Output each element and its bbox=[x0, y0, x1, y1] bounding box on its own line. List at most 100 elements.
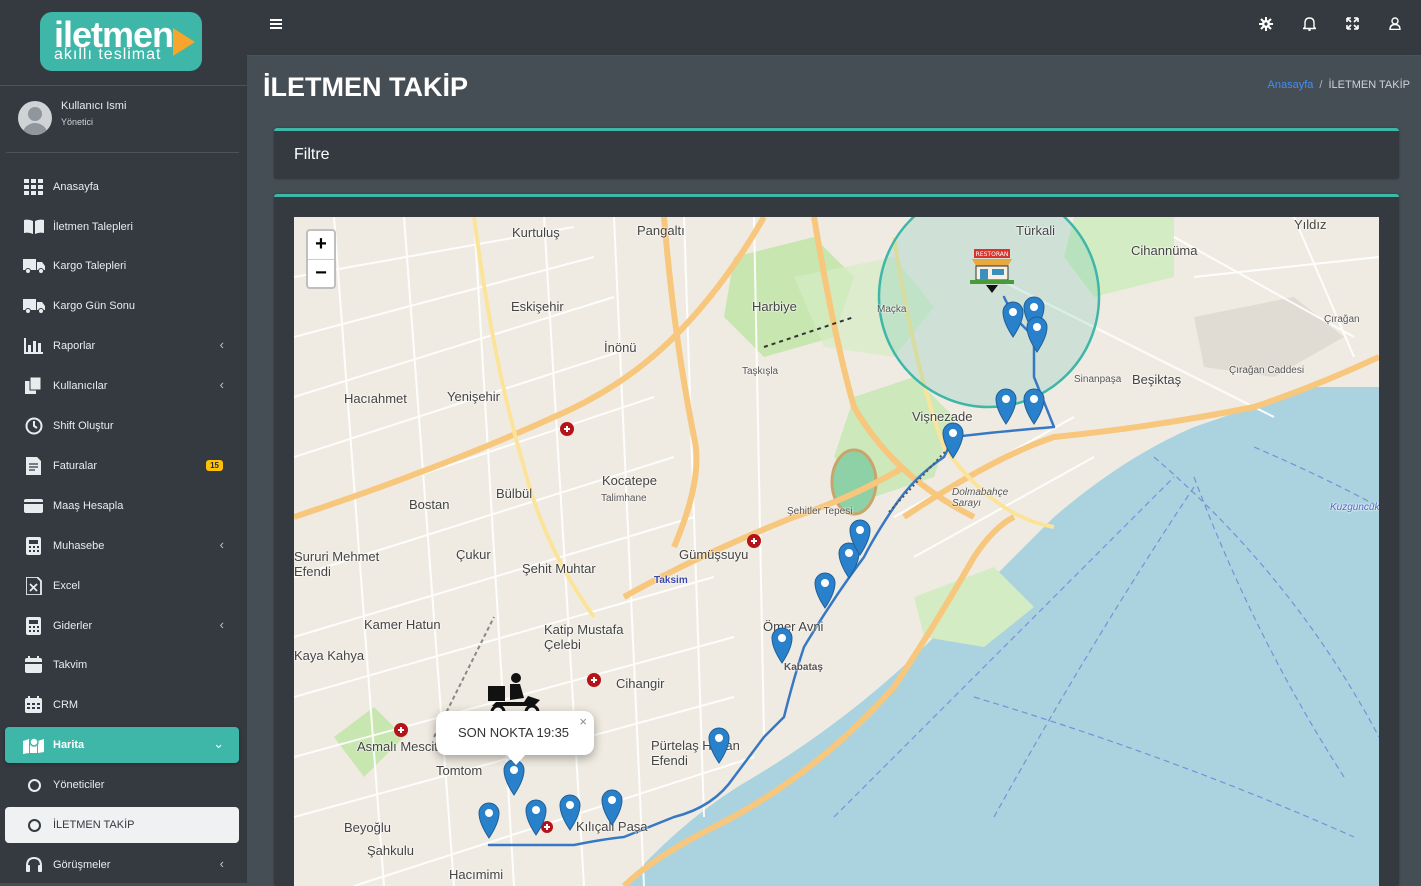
calendar-grid-icon bbox=[23, 695, 45, 715]
sidebar-item-gorusmeler[interactable]: Görüşmeler ‹ bbox=[5, 847, 239, 883]
sidebar-item-label: Muhasebe bbox=[53, 540, 105, 552]
breadcrumb-current: İLETMEN TAKİP bbox=[1328, 79, 1410, 91]
book-icon bbox=[23, 217, 45, 237]
map-label: Hacımimi bbox=[449, 867, 504, 882]
grid-icon bbox=[23, 177, 45, 197]
hamburger-icon[interactable] bbox=[270, 17, 282, 33]
map-label: Beşiktaş bbox=[1132, 372, 1182, 387]
sidebar-item-label: Shift Oluştur bbox=[53, 420, 114, 432]
sidebar-item-muhasebe[interactable]: Muhasebe ‹ bbox=[5, 528, 239, 564]
map-pin-icon[interactable] bbox=[770, 626, 794, 664]
clock-icon bbox=[23, 416, 45, 436]
calendar-icon bbox=[23, 655, 45, 675]
map-label: Harbiye bbox=[752, 299, 797, 314]
map-card: Kurtuluş Pangaltı Harbiye Türkali Cihann… bbox=[274, 194, 1399, 886]
headset-icon bbox=[23, 855, 45, 875]
sidebar-item-shift-olustur[interactable]: Shift Oluştur bbox=[5, 408, 239, 444]
sidebar-item-label: Giderler bbox=[53, 620, 93, 632]
chart-icon bbox=[23, 336, 45, 356]
sidebar-item-raporlar[interactable]: Raporlar ‹ bbox=[5, 328, 239, 364]
map-pin-icon[interactable] bbox=[707, 726, 731, 764]
user-name[interactable]: Kullanıcı Ismi bbox=[61, 100, 126, 112]
sidebar-item-label: Kargo Talepleri bbox=[53, 260, 127, 272]
brand-logo[interactable]: iletmen akıllı teslimat bbox=[40, 12, 202, 71]
sidebar-item-takvim[interactable]: Takvim bbox=[5, 647, 239, 683]
calculator-icon bbox=[23, 616, 45, 636]
zoom-out-button[interactable]: − bbox=[308, 260, 334, 288]
sidebar-item-anasayfa[interactable]: Anasayfa bbox=[5, 169, 239, 205]
brand-subtitle: akıllı teslimat bbox=[54, 46, 162, 63]
map-pin-icon[interactable] bbox=[941, 421, 965, 459]
sidebar-item-kargo-gun-sonu[interactable]: Kargo Gün Sonu bbox=[5, 288, 239, 324]
bell-icon[interactable] bbox=[1301, 17, 1318, 34]
copy-icon bbox=[23, 376, 45, 396]
map-pin-icon[interactable] bbox=[848, 518, 872, 556]
filter-card-title[interactable]: Filtre bbox=[294, 146, 330, 164]
sidebar-item-iletmen-takip[interactable]: İLETMEN TAKİP bbox=[5, 807, 239, 843]
map-label: Beyoğlu bbox=[344, 820, 391, 835]
sidebar-item-maas-hesapla[interactable]: Maaş Hesapla bbox=[5, 488, 239, 524]
sidebar-item-crm[interactable]: CRM bbox=[5, 687, 239, 723]
zoom-control: + − bbox=[306, 229, 336, 289]
map-label: Gümüşsuyu bbox=[679, 547, 749, 562]
map-label: Çırağan Caddesi bbox=[1229, 365, 1305, 376]
map-pin-icon[interactable] bbox=[600, 788, 624, 826]
zoom-in-button[interactable]: + bbox=[308, 231, 334, 260]
topbar bbox=[247, 0, 1421, 56]
sidebar-item-giderler[interactable]: Giderler ‹ bbox=[5, 608, 239, 644]
svg-text:RESTORAN: RESTORAN bbox=[976, 251, 1009, 258]
chevron-down-icon: ⌄ bbox=[213, 736, 224, 751]
sidebar-item-harita[interactable]: Harita ⌄ bbox=[5, 727, 239, 763]
map-pin-icon[interactable] bbox=[558, 793, 582, 831]
breadcrumb-home-link[interactable]: Anasayfa bbox=[1268, 79, 1314, 91]
sidebar-item-label: Yöneticiler bbox=[53, 779, 105, 791]
sidebar-item-faturalar[interactable]: Faturalar 15 bbox=[5, 448, 239, 484]
sidebar-item-label: Harita bbox=[53, 739, 85, 751]
circle-icon bbox=[23, 775, 45, 795]
restaurant-marker-icon[interactable]: RESTORAN bbox=[970, 247, 1014, 300]
sidebar-item-kargo-talepleri[interactable]: Kargo Talepleri bbox=[5, 248, 239, 284]
popup-tip bbox=[506, 754, 526, 765]
map-pin-icon[interactable] bbox=[1025, 315, 1049, 353]
map-label: Sururi Mehmet Efendi bbox=[294, 549, 380, 579]
map-label: Bülbül bbox=[496, 486, 533, 501]
avatar-head bbox=[28, 107, 42, 121]
expand-icon[interactable] bbox=[1346, 17, 1359, 33]
map-label: Sinanpaşa bbox=[1074, 374, 1122, 385]
sidebar-item-iletmen-talepleri[interactable]: İletmen Talepleri bbox=[5, 209, 239, 245]
popup-text: SON NOKTA 19:35 bbox=[458, 725, 570, 740]
chevron-left-icon: ‹ bbox=[219, 337, 224, 352]
page-title: İLETMEN TAKİP bbox=[263, 72, 468, 102]
sidebar-item-label: İletmen Talepleri bbox=[53, 221, 133, 233]
truck-icon bbox=[23, 296, 45, 316]
map-label: Asmalı Mescit bbox=[357, 739, 438, 754]
divider bbox=[6, 152, 239, 153]
map-label: Hacıahmet bbox=[344, 391, 407, 406]
map-pin-icon[interactable] bbox=[477, 801, 501, 839]
map[interactable]: Kurtuluş Pangaltı Harbiye Türkali Cihann… bbox=[294, 217, 1379, 886]
sidebar-item-label: Faturalar bbox=[53, 460, 98, 472]
filter-card[interactable]: Filtre bbox=[274, 128, 1399, 179]
sidebar-item-excel[interactable]: Excel bbox=[5, 568, 239, 604]
map-label: Kurtuluş bbox=[512, 225, 560, 240]
map-label: Çukur bbox=[456, 547, 491, 562]
sidebar-item-yoneticiler[interactable]: Yöneticiler bbox=[5, 767, 239, 803]
user-icon[interactable] bbox=[1389, 17, 1401, 33]
circle-icon bbox=[23, 815, 45, 835]
map-pin-icon[interactable] bbox=[524, 798, 548, 836]
map-label: Şahkulu bbox=[367, 843, 414, 858]
avatar[interactable] bbox=[18, 101, 52, 135]
map-pin-icon[interactable] bbox=[994, 387, 1018, 425]
map-label: Talimhane bbox=[601, 493, 647, 504]
map-label: Dolmabahçe Sarayı bbox=[952, 487, 1009, 509]
sidebar-item-label: Takvim bbox=[53, 659, 88, 671]
map-pin-icon[interactable] bbox=[1022, 387, 1046, 425]
map-label: Taksim bbox=[654, 575, 688, 586]
circle-outline-icon bbox=[27, 818, 41, 832]
last-point-popup[interactable]: SON NOKTA 19:35 × bbox=[436, 711, 594, 765]
close-icon[interactable]: × bbox=[579, 714, 587, 729]
map-label: Türkali bbox=[1016, 223, 1056, 238]
sidebar-item-kullanicilar[interactable]: Kullanıcılar ‹ bbox=[5, 368, 239, 404]
map-pin-icon[interactable] bbox=[813, 571, 837, 609]
settings-icon[interactable] bbox=[1259, 17, 1273, 34]
